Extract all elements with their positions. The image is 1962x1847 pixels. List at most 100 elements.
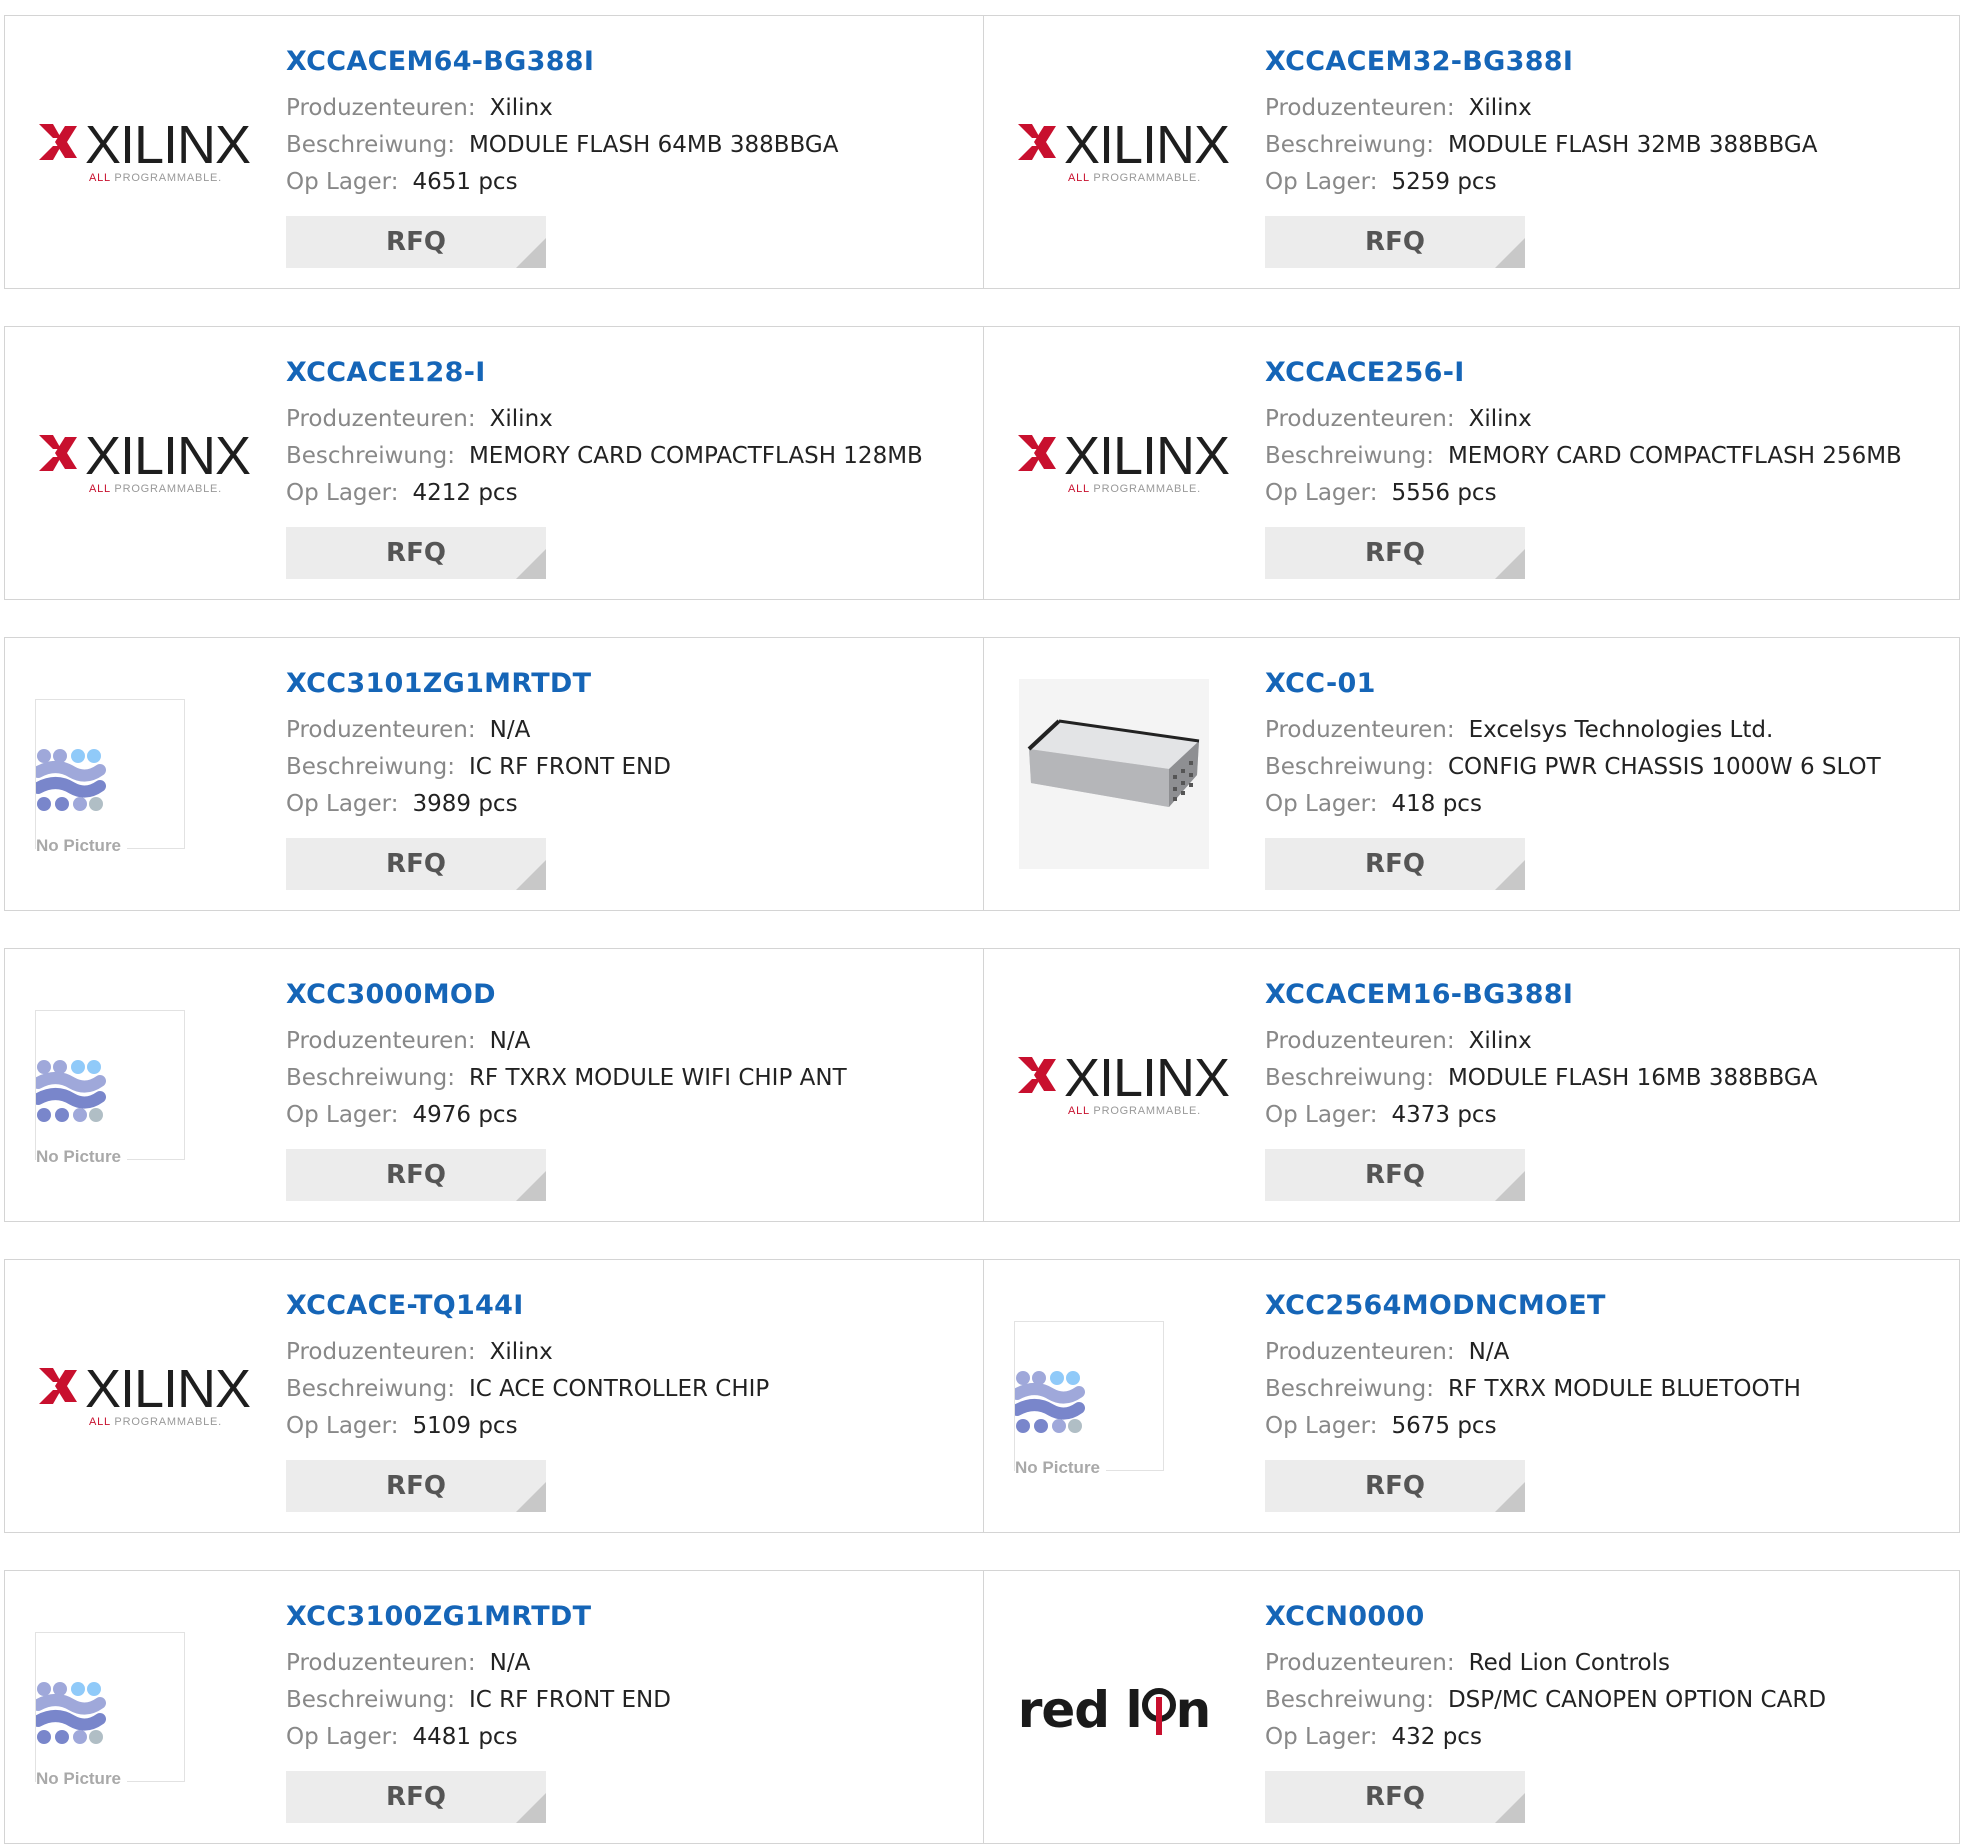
no-picture-icon — [36, 749, 106, 811]
stock-line: Op Lager: 5675 pcs — [1265, 1408, 1941, 1445]
stock-value: 4481 pcs — [412, 1724, 518, 1750]
part-number-link[interactable]: XCCACEM32-BG388I — [1265, 46, 1941, 80]
corner-fold-icon — [1495, 1171, 1525, 1201]
rfq-button[interactable]: RFQ — [1265, 216, 1525, 268]
description-value: RF TXRX MODULE BLUETOOTH — [1447, 1376, 1801, 1402]
product-image[interactable]: red ln — [1014, 1607, 1214, 1807]
rfq-button[interactable]: RFQ — [286, 527, 546, 579]
stock-value: 4212 pcs — [412, 480, 518, 506]
product-image[interactable]: XILINX ALL PROGRAMMABLE. — [35, 1296, 251, 1496]
product-image[interactable]: XILINX ALL PROGRAMMABLE. — [35, 52, 251, 252]
description-line: Beschreiwung: CONFIG PWR CHASSIS 1000W 6 … — [1265, 749, 1941, 786]
product-image[interactable]: No Picture — [35, 985, 235, 1185]
stock-label: Op Lager: — [1265, 1724, 1378, 1750]
part-number-link[interactable]: XCC3101ZG1MRTDT — [286, 668, 962, 702]
stock-label: Op Lager: — [286, 1102, 399, 1128]
part-number-link[interactable]: XCC-01 — [1265, 668, 1941, 702]
rfq-button[interactable]: RFQ — [1265, 527, 1525, 579]
part-number-link[interactable]: XCC3100ZG1MRTDT — [286, 1601, 962, 1635]
product-row: XILINX ALL PROGRAMMABLE. XCCACE-TQ144I Pr… — [4, 1259, 1960, 1533]
description-label: Beschreiwung: — [286, 1376, 455, 1402]
manufacturer-line: Produzenteuren: Xilinx — [1265, 90, 1941, 127]
manufacturer-label: Produzenteuren: — [1265, 95, 1455, 121]
description-value: IC ACE CONTROLLER CHIP — [468, 1376, 770, 1402]
corner-fold-icon — [516, 1482, 546, 1512]
stock-value: 4373 pcs — [1391, 1102, 1497, 1128]
xilinx-logo: XILINX ALL PROGRAMMABLE. — [35, 423, 251, 503]
description-value: RF TXRX MODULE WIFI CHIP ANT — [468, 1065, 847, 1091]
part-number-link[interactable]: XCCACE128-I — [286, 357, 962, 391]
rfq-button[interactable]: RFQ — [1265, 1149, 1525, 1201]
rfq-button[interactable]: RFQ — [286, 1460, 546, 1512]
product-image[interactable] — [1014, 674, 1214, 874]
product-image[interactable]: No Picture — [35, 1607, 235, 1807]
description-line: Beschreiwung: MEMORY CARD COMPACTFLASH 12… — [286, 438, 962, 475]
manufacturer-label: Produzenteuren: — [1265, 1339, 1455, 1365]
manufacturer-line: Produzenteuren: Xilinx — [1265, 1023, 1941, 1060]
rfq-button[interactable]: RFQ — [1265, 838, 1525, 890]
product-row: XILINX ALL PROGRAMMABLE. XCCACEM64-BG388… — [4, 15, 1960, 289]
manufacturer-line: Produzenteuren: Xilinx — [1265, 401, 1941, 438]
product-info: XCC2564MODNCMOET Produzenteuren: N/A Beschr… — [1265, 1290, 1941, 1512]
rfq-button[interactable]: RFQ — [286, 1771, 546, 1823]
part-number-link[interactable]: XCCACE-TQ144I — [286, 1290, 962, 1324]
stock-value: 432 pcs — [1391, 1724, 1482, 1750]
part-number-link[interactable]: XCC2564MODNCMOET — [1265, 1290, 1941, 1324]
description-label: Beschreiwung: — [1265, 443, 1434, 469]
product-image[interactable]: No Picture — [35, 674, 235, 874]
manufacturer-value: Excelsys Technologies Ltd. — [1468, 717, 1774, 743]
product-info: XCCACEM16-BG388I Produzenteuren: Xilinx Bes… — [1265, 979, 1941, 1201]
product-image[interactable]: XILINX ALL PROGRAMMABLE. — [35, 363, 251, 563]
rfq-button[interactable]: RFQ — [286, 838, 546, 890]
product-image[interactable]: No Picture — [1014, 1296, 1214, 1496]
description-value: MEMORY CARD COMPACTFLASH 128MB — [468, 443, 923, 469]
rfq-button[interactable]: RFQ — [1265, 1771, 1525, 1823]
manufacturer-value: N/A — [1468, 1339, 1510, 1365]
manufacturer-line: Produzenteuren: Xilinx — [286, 1334, 962, 1371]
no-picture-placeholder: No Picture — [35, 1632, 185, 1789]
product-card: No Picture XCC3100ZG1MRTDT Produzenteuren… — [5, 1571, 982, 1843]
part-number-link[interactable]: XCCACEM16-BG388I — [1265, 979, 1941, 1013]
manufacturer-value: N/A — [489, 1650, 531, 1676]
manufacturer-line: Produzenteuren: N/A — [1265, 1334, 1941, 1371]
part-number-link[interactable]: XCC3000MOD — [286, 979, 962, 1013]
description-line: Beschreiwung: MEMORY CARD COMPACTFLASH 25… — [1265, 438, 1941, 475]
product-info: XCCACE128-I Produzenteuren: Xilinx Beschrei… — [286, 357, 962, 579]
product-image[interactable]: XILINX ALL PROGRAMMABLE. — [1014, 363, 1230, 563]
xilinx-tagline: ALL PROGRAMMABLE. — [89, 483, 223, 495]
rfq-button[interactable]: RFQ — [286, 1149, 546, 1201]
product-info: XCCACE-TQ144I Produzenteuren: Xilinx Beschr… — [286, 1290, 962, 1512]
stock-line: Op Lager: 5556 pcs — [1265, 475, 1941, 512]
no-picture-label: No Picture — [36, 1769, 128, 1789]
xilinx-wordmark: XILINX — [85, 426, 251, 486]
rfq-button[interactable]: RFQ — [1265, 1460, 1525, 1512]
part-number-link[interactable]: XCCN0000 — [1265, 1601, 1941, 1635]
product-image[interactable]: XILINX ALL PROGRAMMABLE. — [1014, 52, 1230, 252]
description-line: Beschreiwung: MODULE FLASH 64MB 388BBGA — [286, 127, 962, 164]
xilinx-tagline: ALL PROGRAMMABLE. — [89, 1416, 223, 1428]
manufacturer-label: Produzenteuren: — [286, 95, 476, 121]
product-card: XCC-01 Produzenteuren: Excelsys Technologi… — [983, 638, 1961, 910]
xilinx-logo: XILINX ALL PROGRAMMABLE. — [35, 112, 251, 192]
rfq-button[interactable]: RFQ — [286, 216, 546, 268]
red-lion-logo: red ln — [1017, 1681, 1212, 1739]
product-image[interactable]: XILINX ALL PROGRAMMABLE. — [1014, 985, 1230, 1185]
stock-line: Op Lager: 4976 pcs — [286, 1097, 962, 1134]
no-picture-icon — [36, 1060, 106, 1122]
product-card: XILINX ALL PROGRAMMABLE. XCCACEM64-BG388… — [5, 16, 982, 288]
stock-label: Op Lager: — [286, 1413, 399, 1439]
xilinx-tagline: ALL PROGRAMMABLE. — [89, 172, 223, 184]
corner-fold-icon — [1495, 1793, 1525, 1823]
description-value: DSP/MC CANOPEN OPTION CARD — [1447, 1687, 1827, 1713]
product-card: XILINX ALL PROGRAMMABLE. XCCACEM16-BG388… — [983, 949, 1961, 1221]
part-number-link[interactable]: XCCACEM64-BG388I — [286, 46, 962, 80]
stock-value: 3989 pcs — [412, 791, 518, 817]
part-number-link[interactable]: XCCACE256-I — [1265, 357, 1941, 391]
stock-line: Op Lager: 418 pcs — [1265, 786, 1941, 823]
xilinx-wordmark: XILINX — [85, 115, 251, 175]
stock-value: 5675 pcs — [1391, 1413, 1497, 1439]
stock-value: 418 pcs — [1391, 791, 1482, 817]
manufacturer-line: Produzenteuren: N/A — [286, 1023, 962, 1060]
manufacturer-value: Xilinx — [489, 95, 553, 121]
product-info: XCCACEM32-BG388I Produzenteuren: Xilinx Bes… — [1265, 46, 1941, 268]
